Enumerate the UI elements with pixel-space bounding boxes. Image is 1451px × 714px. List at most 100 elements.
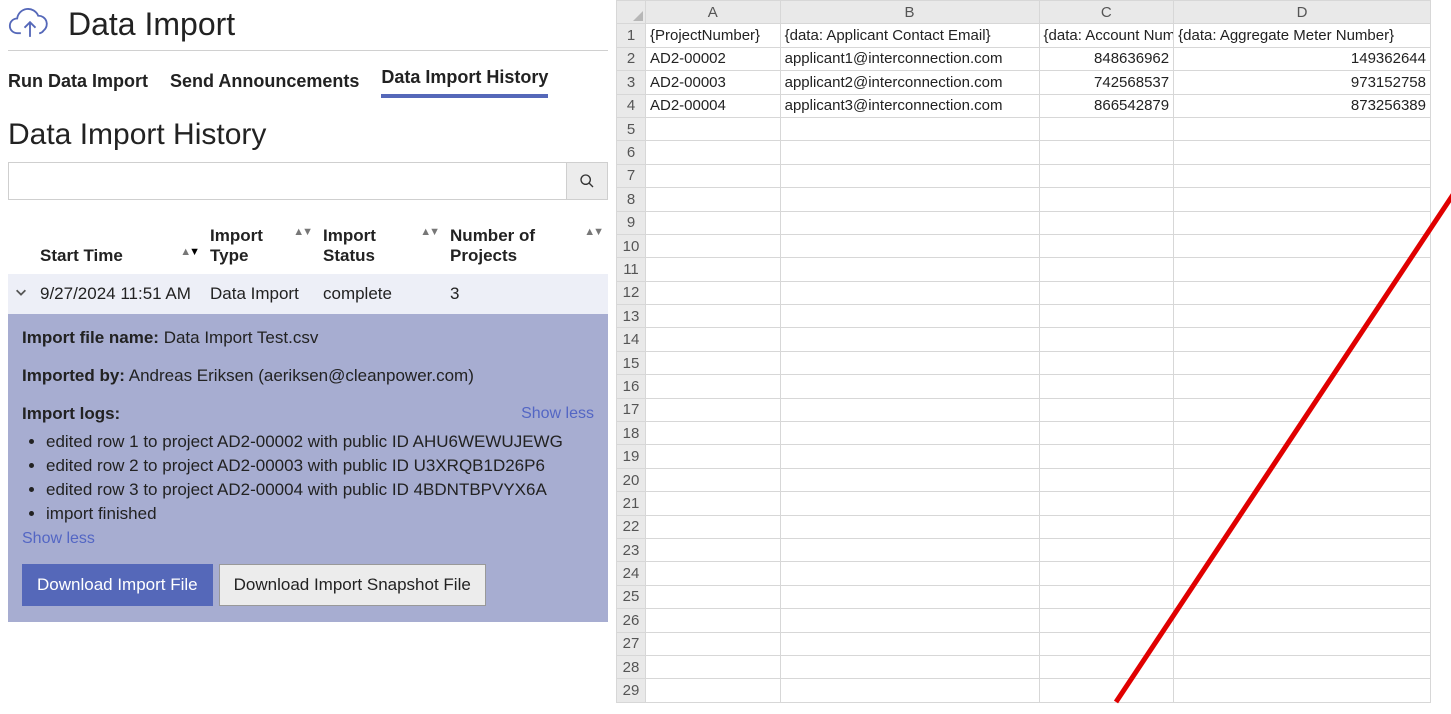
cell[interactable]	[645, 258, 780, 281]
cell[interactable]: AD2-00003	[645, 71, 780, 94]
show-less-link-2[interactable]: Show less	[22, 530, 95, 547]
cell[interactable]: 866542879	[1039, 94, 1174, 117]
cell[interactable]	[1039, 515, 1174, 538]
cell[interactable]	[645, 305, 780, 328]
cell[interactable]	[1174, 492, 1431, 515]
cell[interactable]	[780, 351, 1039, 374]
row-header[interactable]: 4	[617, 94, 646, 117]
cell[interactable]	[1174, 305, 1431, 328]
row-header[interactable]: 15	[617, 351, 646, 374]
cell[interactable]	[645, 422, 780, 445]
row-header[interactable]: 11	[617, 258, 646, 281]
row-header[interactable]: 20	[617, 468, 646, 491]
cell[interactable]	[645, 211, 780, 234]
cell[interactable]	[1174, 562, 1431, 585]
row-header[interactable]: 16	[617, 375, 646, 398]
col-num-projects[interactable]: ▲▼ Number of Projects	[444, 222, 608, 274]
cell[interactable]	[1039, 188, 1174, 211]
cell[interactable]	[780, 141, 1039, 164]
row-header[interactable]: 1	[617, 24, 646, 47]
row-header[interactable]: 25	[617, 585, 646, 608]
cell[interactable]	[780, 422, 1039, 445]
cell[interactable]	[645, 445, 780, 468]
cell[interactable]	[1039, 281, 1174, 304]
row-header[interactable]: 18	[617, 422, 646, 445]
cell[interactable]	[1174, 655, 1431, 678]
cell[interactable]	[645, 515, 780, 538]
table-row[interactable]: 9/27/2024 11:51 AM Data Import complete …	[8, 274, 608, 314]
cell[interactable]	[780, 468, 1039, 491]
row-header[interactable]: 28	[617, 655, 646, 678]
cell[interactable]	[780, 562, 1039, 585]
search-button[interactable]	[566, 162, 608, 200]
cell[interactable]	[780, 188, 1039, 211]
cell[interactable]	[780, 328, 1039, 351]
cell[interactable]	[1174, 351, 1431, 374]
cell[interactable]	[645, 281, 780, 304]
cell[interactable]	[780, 164, 1039, 187]
cell[interactable]	[645, 609, 780, 632]
cell[interactable]	[645, 679, 780, 702]
cell[interactable]	[780, 305, 1039, 328]
row-header[interactable]: 17	[617, 398, 646, 421]
cell[interactable]	[645, 351, 780, 374]
cell[interactable]	[645, 655, 780, 678]
cell[interactable]	[1174, 117, 1431, 140]
cell[interactable]	[780, 445, 1039, 468]
cell[interactable]	[645, 538, 780, 561]
cell[interactable]	[1039, 492, 1174, 515]
cell[interactable]	[1039, 211, 1174, 234]
cell[interactable]	[645, 234, 780, 257]
row-header[interactable]: 9	[617, 211, 646, 234]
cell[interactable]: 149362644	[1174, 47, 1431, 70]
cell[interactable]	[1039, 679, 1174, 702]
cell[interactable]	[645, 375, 780, 398]
cell[interactable]: AD2-00002	[645, 47, 780, 70]
cell[interactable]	[1174, 609, 1431, 632]
cell[interactable]	[1174, 375, 1431, 398]
row-header[interactable]: 14	[617, 328, 646, 351]
cell[interactable]	[1039, 351, 1174, 374]
cell[interactable]	[1174, 211, 1431, 234]
row-header[interactable]: 5	[617, 117, 646, 140]
cell[interactable]: {data: Aggregate Meter Number}	[1174, 24, 1431, 47]
cell[interactable]	[780, 492, 1039, 515]
cell[interactable]	[1174, 234, 1431, 257]
row-header[interactable]: 6	[617, 141, 646, 164]
row-header[interactable]: 8	[617, 188, 646, 211]
row-header[interactable]: 2	[617, 47, 646, 70]
cell[interactable]	[1174, 258, 1431, 281]
cell[interactable]	[1174, 422, 1431, 445]
row-header[interactable]: 10	[617, 234, 646, 257]
row-header[interactable]: 26	[617, 609, 646, 632]
cell[interactable]	[780, 679, 1039, 702]
cell[interactable]: 848636962	[1039, 47, 1174, 70]
cell[interactable]	[780, 234, 1039, 257]
cell[interactable]	[1039, 141, 1174, 164]
row-header[interactable]: 23	[617, 538, 646, 561]
cell[interactable]	[645, 164, 780, 187]
cell[interactable]	[645, 117, 780, 140]
cell[interactable]	[1039, 117, 1174, 140]
cell[interactable]	[1039, 258, 1174, 281]
cell[interactable]	[1174, 188, 1431, 211]
cell[interactable]	[780, 375, 1039, 398]
cell[interactable]	[1174, 445, 1431, 468]
row-header[interactable]: 21	[617, 492, 646, 515]
cell[interactable]	[1174, 679, 1431, 702]
cell[interactable]	[780, 655, 1039, 678]
cell[interactable]	[1039, 234, 1174, 257]
row-header[interactable]: 7	[617, 164, 646, 187]
cell[interactable]: {data: Applicant Contact Email}	[780, 24, 1039, 47]
cell[interactable]	[1039, 375, 1174, 398]
cell[interactable]	[645, 632, 780, 655]
cell[interactable]: applicant2@interconnection.com	[780, 71, 1039, 94]
col-import-type[interactable]: ▲▼ Import Type	[204, 222, 317, 274]
column-header-B[interactable]: B	[780, 1, 1039, 24]
tab-data-import-history[interactable]: Data Import History	[381, 67, 548, 98]
cell[interactable]: 873256389	[1174, 94, 1431, 117]
cell[interactable]	[780, 538, 1039, 561]
show-less-link[interactable]: Show less	[521, 405, 594, 423]
cell[interactable]	[1039, 585, 1174, 608]
cell[interactable]	[1174, 585, 1431, 608]
